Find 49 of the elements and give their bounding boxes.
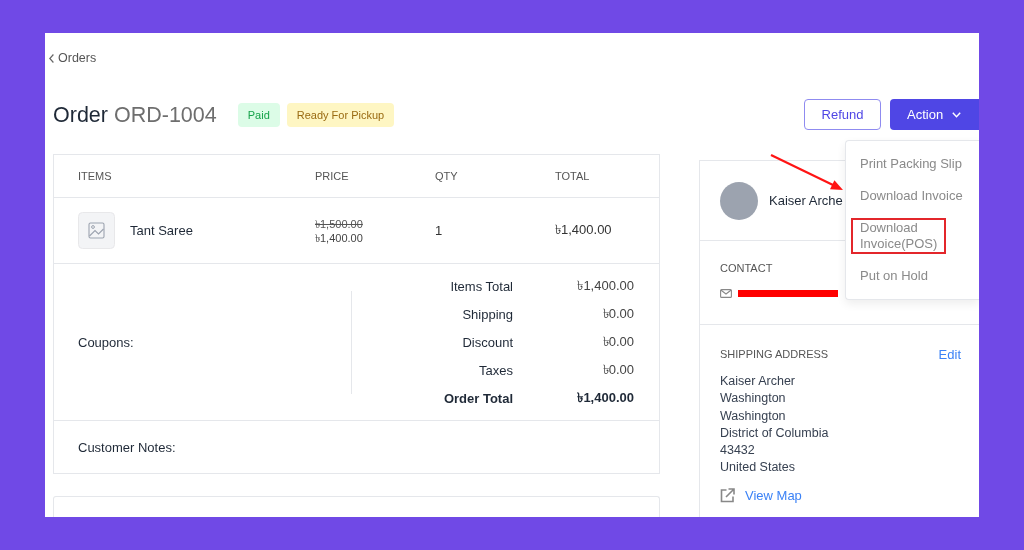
summary-label: Discount <box>462 334 513 350</box>
summary-label: Order Total <box>443 390 513 406</box>
image-placeholder-icon <box>78 212 115 249</box>
status-badge: Ready For Pickup <box>286 102 395 127</box>
customer-notes-label: Customer Notes: <box>78 439 176 455</box>
back-link[interactable]: Orders <box>49 50 97 66</box>
refund-button[interactable]: Refund <box>804 99 881 130</box>
status-badge: Paid <box>237 102 280 127</box>
coupons-label: Coupons: <box>78 334 134 350</box>
summary-label: Taxes <box>479 362 513 378</box>
external-link-icon <box>720 488 735 504</box>
view-map-link[interactable]: View Map <box>720 487 802 504</box>
original-price: ৳1,500.00 <box>315 216 363 231</box>
menu-item[interactable]: Download Invoice <box>851 186 972 206</box>
menu-item[interactable]: Put on Hold <box>851 266 937 286</box>
address-line: Kaiser Archer <box>720 373 796 390</box>
order-title: Order <box>53 101 108 128</box>
action-button[interactable]: Action <box>890 99 979 130</box>
summary-value: ৳0.00 <box>602 360 634 379</box>
column-header: PRICE <box>315 170 349 182</box>
address-line: Washington <box>720 407 786 425</box>
menu-item[interactable]: Print Packing Slip <box>851 154 971 174</box>
address-line: District of Columbia <box>720 424 829 442</box>
address-line: 43432 <box>720 442 755 460</box>
address-line: Washington <box>720 390 786 408</box>
customer-name: Kaiser Arche <box>769 193 843 208</box>
summary-value: ৳0.00 <box>602 304 634 323</box>
order-number: ORD-1004 <box>113 101 217 128</box>
contact-heading: CONTACT <box>720 261 773 275</box>
summary-label: Shipping <box>462 306 513 322</box>
summary-value: ৳1,400.00 <box>577 388 634 407</box>
edit-link[interactable]: Edit <box>938 346 961 362</box>
product-name: Tant Saree <box>130 223 193 238</box>
menu-item[interactable]: Download Invoice(POS) <box>851 218 947 254</box>
envelope-icon <box>720 288 732 298</box>
chevron-down-icon <box>952 111 962 118</box>
column-header: ITEMS <box>78 170 112 182</box>
column-header: TOTAL <box>555 170 590 182</box>
address-line: United States <box>720 459 796 477</box>
summary-value: ৳1,400.00 <box>577 276 634 295</box>
avatar <box>720 181 758 220</box>
shipping-address-heading: SHIPPING ADDRESS <box>720 347 829 361</box>
sale-price: ৳1,400.00 <box>315 230 363 245</box>
quantity-cell: 1 <box>435 223 443 238</box>
chevron-left-icon <box>49 53 54 63</box>
summary-value: ৳0.00 <box>602 332 634 351</box>
line-total-cell-text: ৳1,400.00 <box>555 221 612 239</box>
column-header: QTY <box>435 170 458 182</box>
summary-label: Items Total <box>450 278 513 294</box>
